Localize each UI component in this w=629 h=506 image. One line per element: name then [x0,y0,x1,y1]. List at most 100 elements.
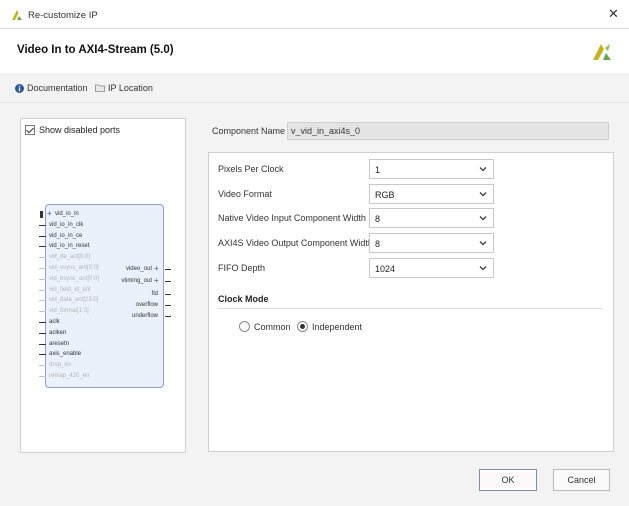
output-port-label: fid [151,291,158,297]
output-port-pin [165,281,171,282]
radio-label: Common [254,321,291,332]
input-port-label: axis_enable [49,351,82,358]
input-port-label: vid_field_id_ant [49,286,91,293]
ip-name: Video In to AXI4-Stream (5.0) [17,44,174,56]
video-format-select[interactable]: RGB [369,184,494,204]
clock-mode-common-radio[interactable]: Common [239,321,291,332]
show-disabled-ports-label: Show disabled ports [39,125,121,135]
ip-location-label: IP Location [108,83,153,93]
output-port-label: video_out [125,266,152,272]
input-port-pin [39,224,46,226]
checkbox-checked-icon[interactable] [25,125,35,135]
output-port-pin [165,294,171,295]
native-video-input-width-select[interactable]: 8 [369,208,494,228]
pixels-per-clock-select[interactable]: 1 [369,159,494,179]
close-icon[interactable]: ✕ [608,7,619,21]
recustomize-ip-dialog: Re-customize IP ✕ Video In to AXI4-Strea… [0,0,629,506]
ip-location-link[interactable]: IP Location [95,83,153,93]
select-value: 1024 [375,264,396,274]
show-disabled-ports-checkbox[interactable]: Show disabled ports [25,125,120,135]
clock-mode-divider [218,308,602,309]
input-port-pin [39,376,46,377]
select-value: 1 [375,165,381,175]
input-port-pin [40,211,43,218]
chevron-down-icon [479,241,487,246]
select-value: 8 [375,214,381,224]
input-port-label: drop_en [49,362,72,369]
output-port-pin [165,316,171,317]
ok-button[interactable]: OK [479,469,537,491]
param-label: Pixels Per Clock [218,164,284,174]
app-logo-icon [12,10,22,20]
ip-symbol-panel: Show disabled ports vid_io_in vid_io_in_c… [20,118,186,453]
param-label: Native Video Input Component Width [218,213,366,223]
clock-mode-title: Clock Mode [218,294,269,304]
input-port-pin [39,343,46,345]
input-port-label: vid_de_ant[0:0] [49,254,91,261]
input-port-pin [39,246,46,248]
dialog-header: Video In to AXI4-Stream (5.0) [0,29,629,73]
window-title: Re-customize IP [28,10,98,21]
chevron-down-icon [479,192,487,197]
input-port-label: aclken [49,329,67,336]
bus-expand-icon[interactable]: + [154,265,159,273]
ip-block-symbol: vid_io_in vid_io_in_clk vid_io_in_ce vid_io… [39,204,171,388]
bus-expand-icon[interactable]: + [154,277,159,285]
output-port-label: vtiming_out [121,278,152,284]
param-row-native-width: Native Video Input Component Width [218,208,366,228]
component-name-input[interactable] [287,122,609,140]
documentation-label: Documentation [27,83,88,93]
input-port-label: vid_format[1:0] [49,308,89,315]
input-port-label: vid_io_in_ce [49,232,83,239]
input-port-pin [39,278,46,280]
radio-selected-icon[interactable] [297,321,308,332]
input-port-pin [39,354,46,356]
input-port-label: aclk [49,319,60,325]
radio-label: Independent [312,321,363,332]
input-port-pin [39,365,46,367]
input-port-pin [39,235,46,237]
param-label: FIFO Depth [218,263,266,273]
output-port-label: underflow [131,313,158,319]
input-port-label: aresetn [49,340,70,347]
input-port-label: vid_data_ant[23:0] [49,297,99,304]
title-bar: Re-customize IP ✕ [0,0,629,29]
info-icon [15,83,24,93]
select-value: RGB [375,190,395,200]
input-port-pin [39,332,46,334]
input-port-pin [39,322,46,323]
fifo-depth-select[interactable]: 1024 [369,258,494,278]
input-port-pin [39,268,46,269]
clock-mode-independent-radio[interactable]: Independent [297,321,362,332]
output-port-label: overflow [135,302,158,308]
folder-icon [95,84,105,92]
input-port-pin [39,300,46,302]
select-value: 8 [375,239,381,249]
input-port-label: vid_vsync_ant[0:0] [49,265,99,271]
chevron-down-icon [479,216,487,221]
input-port-pin [39,257,46,259]
input-port-label: vid_io_in_clk [49,221,84,228]
input-port-label: vid_io_in_reset [49,243,90,250]
param-label: AXI4S Video Output Component Width [218,238,373,248]
brand-logo-icon [593,44,611,60]
output-port-pin [165,305,171,306]
input-port-pin [39,289,46,291]
input-port-pin [39,311,46,313]
param-row-pixels-per-clock: Pixels Per Clock [218,159,284,179]
cancel-button[interactable]: Cancel [553,469,610,491]
input-port-label: remap_420_en [49,373,90,379]
bus-expand-icon[interactable]: + [47,210,52,218]
documentation-link[interactable]: Documentation [15,83,88,93]
axi4s-output-width-select[interactable]: 8 [369,233,494,253]
input-port-label: vid_io_in [55,211,79,217]
toolbar: Documentation IP Location [0,73,629,103]
radio-unselected-icon[interactable] [239,321,250,332]
param-label: Video Format [218,189,272,199]
param-row-fifo-depth: FIFO Depth [218,258,265,278]
param-row-axi4s-width: AXI4S Video Output Component Width [218,233,373,253]
input-port-label: vid_hsync_ant[0:0] [49,275,100,282]
output-port-pin [165,269,171,270]
chevron-down-icon [479,167,487,172]
component-name-label: Component Name [212,126,286,136]
